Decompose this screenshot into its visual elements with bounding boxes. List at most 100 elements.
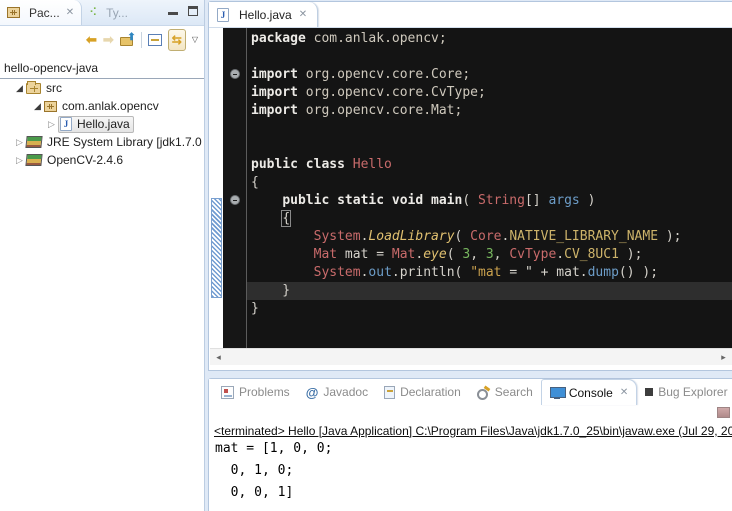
code-line: System.LoadLibrary( Core.NATIVE_LIBRARY_…: [247, 228, 732, 246]
java-file-icon: J: [60, 117, 72, 131]
tree-item-jre-library[interactable]: ▷ JRE System Library [jdk1.7.0: [0, 133, 204, 151]
declaration-icon: [384, 386, 395, 399]
back-icon[interactable]: ⬅: [86, 33, 97, 46]
code-line: [247, 318, 732, 336]
package-explorer-icon: [7, 7, 20, 18]
horizontal-scrollbar[interactable]: ◂ ▸: [210, 348, 732, 365]
java-file-icon: J: [217, 8, 229, 22]
chevron-expanded-icon[interactable]: ◢: [31, 101, 44, 112]
code-line: System.out.println( "mat = " + mat.dump(…: [247, 264, 732, 282]
tab-hello-java-label: Hello.java: [239, 8, 292, 22]
close-icon[interactable]: ✕: [299, 9, 307, 20]
left-panel-tabbar: Pac... ✕ ⠪ Ty...: [0, 0, 204, 26]
code-line: public class Hello: [247, 156, 732, 174]
forward-icon[interactable]: ➡: [103, 33, 114, 46]
tree-item-package-label: com.anlak.opencv: [62, 99, 159, 113]
tree-item-jre-library-label: JRE System Library [jdk1.7.0: [47, 135, 202, 149]
console-output-line: 0, 1, 0;: [215, 463, 732, 485]
console-tabbar: Problems @ Javadoc Declaration Search Co…: [209, 379, 732, 405]
library-icon: [25, 154, 42, 166]
console-icon: [550, 387, 564, 399]
minimize-button[interactable]: [168, 6, 178, 15]
console-output-line: mat = [1, 0, 0;: [215, 441, 732, 463]
code-line: {: [247, 210, 732, 228]
close-icon[interactable]: ✕: [620, 387, 628, 398]
search-icon: [477, 386, 490, 399]
code-line: package com.anlak.opencv;: [247, 30, 732, 48]
diff-changed-region: [211, 198, 222, 298]
close-icon[interactable]: ✕: [66, 7, 74, 18]
code-line: }: [247, 300, 732, 318]
console-panel: Problems @ Javadoc Declaration Search Co…: [208, 378, 732, 511]
tree-item-opencv-library-label: OpenCV-2.4.6: [47, 153, 123, 167]
code-line: [247, 120, 732, 138]
scroll-right-icon[interactable]: ▸: [715, 352, 732, 363]
tab-declaration-label: Declaration: [400, 385, 461, 399]
tab-package-explorer[interactable]: Pac... ✕: [0, 0, 82, 25]
tree-item-project[interactable]: hello-opencv-java: [0, 59, 204, 78]
tab-console-label: Console: [569, 386, 613, 400]
project-tree: hello-opencv-java ◢ src ◢ com.anlak.open…: [0, 53, 204, 169]
console-process-status[interactable]: <terminated> Hello [Java Application] C:…: [209, 421, 732, 439]
code-line: import org.opencv.core.CvType;: [247, 84, 732, 102]
tab-javadoc-label: Javadoc: [323, 385, 368, 399]
editor-tabbar: J Hello.java ✕: [209, 2, 732, 28]
chevron-collapsed-icon[interactable]: ▷: [45, 119, 58, 130]
tab-hello-java[interactable]: J Hello.java ✕: [209, 2, 318, 27]
tab-console[interactable]: Console ✕: [541, 379, 637, 405]
quick-diff-ruler[interactable]: [210, 28, 223, 348]
tab-type-hierarchy-label: Ty...: [106, 6, 128, 20]
up-arrow-glyph: ⬆: [127, 32, 135, 43]
package-explorer-panel: Pac... ✕ ⠪ Ty... ⬅ ➡ ⬆ ⇆ ▽ hello-opencv-…: [0, 0, 205, 511]
tree-item-opencv-library[interactable]: ▷ OpenCV-2.4.6: [0, 151, 204, 169]
tab-package-explorer-label: Pac...: [29, 6, 60, 20]
tab-problems[interactable]: Problems: [213, 379, 298, 405]
type-hierarchy-icon: ⠪: [89, 6, 97, 19]
tree-item-hello-java-label: Hello.java: [77, 117, 130, 131]
tree-item-hello-java[interactable]: ▷ J Hello.java: [0, 115, 204, 133]
tab-declaration[interactable]: Declaration: [376, 379, 469, 405]
fold-collapse-icon[interactable]: [230, 69, 240, 79]
terminate-icon[interactable]: [717, 407, 730, 418]
code-line: import org.opencv.core.Mat;: [247, 102, 732, 120]
tab-bug-explorer-label: Bug Explorer: [658, 385, 727, 399]
current-code-line: }: [247, 282, 732, 300]
tab-search[interactable]: Search: [469, 379, 541, 405]
library-icon: [25, 136, 42, 148]
code-line: [247, 138, 732, 156]
tab-problems-label: Problems: [239, 385, 290, 399]
editor-area: J Hello.java ✕ package com.anlak.opencv;…: [208, 1, 732, 371]
code-line: [247, 336, 732, 348]
code-line: public static void main( String[] args ): [247, 192, 732, 210]
collapse-all-icon[interactable]: [148, 34, 162, 46]
console-toolbar: [209, 405, 732, 421]
code-line: [247, 48, 732, 66]
tab-javadoc[interactable]: @ Javadoc: [298, 379, 376, 405]
chevron-expanded-icon[interactable]: ◢: [13, 83, 26, 94]
package-explorer-toolbar: ⬅ ➡ ⬆ ⇆ ▽: [0, 26, 204, 53]
tree-item-src[interactable]: ◢ src: [0, 79, 204, 97]
javadoc-at-icon: @: [306, 385, 319, 400]
view-menu-icon[interactable]: ▽: [192, 35, 198, 44]
chevron-collapsed-icon[interactable]: ▷: [13, 137, 26, 148]
link-with-editor-button[interactable]: ⇆: [168, 29, 186, 51]
tab-type-hierarchy[interactable]: ⠪ Ty...: [82, 0, 135, 25]
code-editor[interactable]: package com.anlak.opencv; import org.open…: [247, 28, 732, 348]
up-folder-icon[interactable]: ⬆: [120, 34, 135, 46]
code-line: {: [247, 174, 732, 192]
fold-collapse-icon[interactable]: [230, 195, 240, 205]
tree-item-src-label: src: [46, 81, 62, 95]
tree-item-package[interactable]: ◢ com.anlak.opencv: [0, 97, 204, 115]
code-line: import org.opencv.core.Core;: [247, 66, 732, 84]
scroll-left-icon[interactable]: ◂: [210, 352, 227, 363]
maximize-button[interactable]: [188, 6, 198, 16]
code-line: Mat mat = Mat.eye( 3, 3, CvType.CV_8UC1 …: [247, 246, 732, 264]
tab-bug-explorer[interactable]: Bug Explorer: [637, 379, 732, 405]
selected-tree-item[interactable]: J Hello.java: [58, 116, 134, 133]
console-output[interactable]: mat = [1, 0, 0; 0, 1, 0; 0, 0, 1]: [209, 439, 732, 507]
chevron-collapsed-icon[interactable]: ▷: [13, 155, 26, 166]
editor-body: package com.anlak.opencv; import org.open…: [210, 28, 732, 348]
link-with-editor-icon: ⇆: [172, 33, 182, 47]
annotation-ruler[interactable]: [223, 28, 247, 348]
tab-search-label: Search: [495, 385, 533, 399]
